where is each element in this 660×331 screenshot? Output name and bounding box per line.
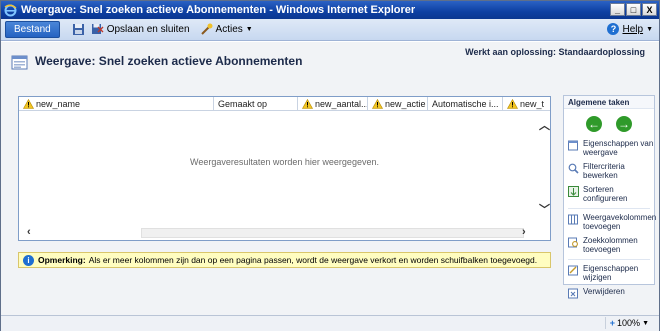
ribbon-toolbar: Bestand Opslaan en sluiten Acties ▼ ? He… bbox=[1, 19, 659, 41]
scroll-right-icon[interactable]: › bbox=[522, 226, 526, 238]
minimize-button[interactable]: _ bbox=[610, 3, 625, 16]
horizontal-scroll-thumb[interactable] bbox=[141, 228, 524, 238]
filter-icon bbox=[568, 163, 579, 174]
warning-icon bbox=[23, 99, 34, 109]
change-properties-icon bbox=[568, 265, 578, 276]
vertical-scrollbar[interactable]: ︿ ﹀ bbox=[536, 111, 550, 226]
scroll-left-icon[interactable]: ‹ bbox=[27, 226, 31, 238]
task-configure-sort[interactable]: Sorteren configureren bbox=[568, 185, 654, 203]
save-close-button[interactable]: Opslaan en sluiten bbox=[91, 23, 190, 36]
scroll-up-icon[interactable]: ︿ bbox=[539, 117, 550, 133]
note-bar: i Opmerking: Als er meer kolommen zijn d… bbox=[18, 252, 551, 268]
task-remove[interactable]: Verwijderen bbox=[568, 287, 654, 299]
column-label: Gemaakt op bbox=[218, 99, 268, 109]
save-icon-button[interactable] bbox=[72, 23, 85, 36]
file-tab[interactable]: Bestand bbox=[5, 21, 60, 38]
chevron-down-icon: ▼ bbox=[646, 25, 653, 33]
zoom-icon: + bbox=[609, 318, 616, 328]
note-text: Als er meer kolommen zijn dan op een pag… bbox=[88, 255, 538, 265]
task-divider bbox=[568, 259, 650, 260]
status-bar: + 100% ▼ bbox=[1, 315, 659, 331]
window-title: Weergave: Snel zoeken actieve Abonnement… bbox=[21, 4, 416, 16]
solution-label: Werkt aan oplossing: Standaardoplossing bbox=[465, 47, 645, 57]
help-menu[interactable]: ? Help ▼ bbox=[607, 23, 653, 35]
task-change-properties[interactable]: Eigenschappen wijzigen bbox=[568, 264, 654, 282]
save-close-label: Opslaan en sluiten bbox=[106, 24, 190, 35]
task-label: Sorteren configureren bbox=[583, 185, 628, 203]
zoom-control[interactable]: + 100% ▼ bbox=[604, 317, 653, 329]
info-icon: i bbox=[23, 254, 34, 266]
chevron-down-icon: ▼ bbox=[245, 26, 253, 33]
column-header[interactable]: new_t bbox=[503, 97, 550, 111]
task-edit-filter[interactable]: Filtercriteria bewerken bbox=[568, 162, 654, 180]
remove-icon bbox=[568, 288, 578, 299]
column-header[interactable]: Automatische i... bbox=[428, 97, 503, 111]
column-label: new_actie bbox=[385, 99, 426, 109]
save-close-icon bbox=[91, 24, 104, 34]
column-header[interactable]: new_actie bbox=[368, 97, 428, 111]
tasks-title: Algemene taken bbox=[564, 96, 654, 109]
empty-grid-message: Weergaveresultaten worden hier weergegev… bbox=[190, 157, 379, 167]
internet-explorer-icon bbox=[3, 3, 17, 17]
column-header[interactable]: new_name bbox=[19, 97, 214, 111]
scroll-down-icon[interactable]: ﹀ bbox=[539, 201, 550, 217]
sort-icon bbox=[568, 186, 579, 197]
column-header[interactable]: new_aantal... bbox=[298, 97, 368, 111]
task-add-find-columns[interactable]: Zoekkolommen toevoegen bbox=[568, 236, 654, 254]
help-label: Help bbox=[622, 23, 644, 35]
view-grid: new_name Gemaakt op new_aantal... new_ac… bbox=[18, 96, 551, 241]
task-divider bbox=[568, 208, 650, 209]
task-label: Verwijderen bbox=[583, 287, 625, 296]
column-label: new_aantal... bbox=[315, 99, 368, 109]
content-area: Weergave: Snel zoeken actieve Abonnement… bbox=[1, 42, 659, 315]
column-label: new_name bbox=[36, 99, 81, 109]
note-label: Opmerking: bbox=[38, 255, 86, 265]
task-view-properties[interactable]: Eigenschappen van weergave bbox=[568, 139, 654, 157]
page-title: Weergave: Snel zoeken actieve Abonnement… bbox=[35, 54, 303, 68]
save-icon bbox=[72, 24, 84, 35]
horizontal-scrollbar[interactable]: ‹ › bbox=[19, 226, 536, 240]
zoom-level: 100% bbox=[617, 318, 641, 328]
add-find-columns-icon bbox=[568, 237, 578, 248]
add-view-columns-icon bbox=[568, 214, 578, 225]
ie-window: Weergave: Snel zoeken actieve Abonnement… bbox=[0, 0, 660, 331]
view-icon bbox=[11, 55, 28, 70]
warning-icon bbox=[372, 99, 383, 109]
warning-icon bbox=[507, 99, 518, 109]
actions-menu[interactable]: Acties ▼ bbox=[200, 23, 253, 36]
column-label: Automatische i... bbox=[432, 99, 499, 109]
window-controls: _ □ X bbox=[610, 3, 657, 16]
task-add-view-columns[interactable]: Weergavekolommen toevoegen bbox=[568, 213, 657, 231]
chevron-down-icon: ▼ bbox=[642, 319, 649, 327]
close-button[interactable]: X bbox=[642, 3, 657, 16]
title-bar: Weergave: Snel zoeken actieve Abonnement… bbox=[1, 1, 659, 19]
warning-icon bbox=[302, 99, 313, 109]
grid-header: new_name Gemaakt op new_aantal... new_ac… bbox=[19, 97, 550, 111]
maximize-button[interactable]: □ bbox=[626, 3, 641, 16]
common-tasks-panel: Algemene taken ← → Eigenschappen van wee… bbox=[563, 95, 656, 299]
task-label: Zoekkolommen toevoegen bbox=[583, 236, 638, 254]
actions-icon bbox=[200, 23, 213, 35]
task-label: Eigenschappen wijzigen bbox=[583, 264, 639, 282]
column-move-arrows: ← → bbox=[564, 116, 654, 132]
page-header: Weergave: Snel zoeken actieve Abonnement… bbox=[1, 42, 659, 88]
task-list: Eigenschappen van weergave Filtercriteri… bbox=[564, 139, 657, 299]
task-label: Weergavekolommen toevoegen bbox=[583, 213, 657, 231]
move-left-icon[interactable]: ← bbox=[586, 116, 602, 132]
view-properties-icon bbox=[568, 140, 578, 151]
task-label: Filtercriteria bewerken bbox=[583, 162, 625, 180]
column-label: new_t bbox=[520, 99, 545, 109]
move-right-icon[interactable]: → bbox=[616, 116, 632, 132]
actions-label: Acties bbox=[215, 24, 243, 35]
help-icon: ? bbox=[607, 23, 620, 35]
task-label: Eigenschappen van weergave bbox=[583, 139, 654, 157]
column-header[interactable]: Gemaakt op bbox=[214, 97, 298, 111]
